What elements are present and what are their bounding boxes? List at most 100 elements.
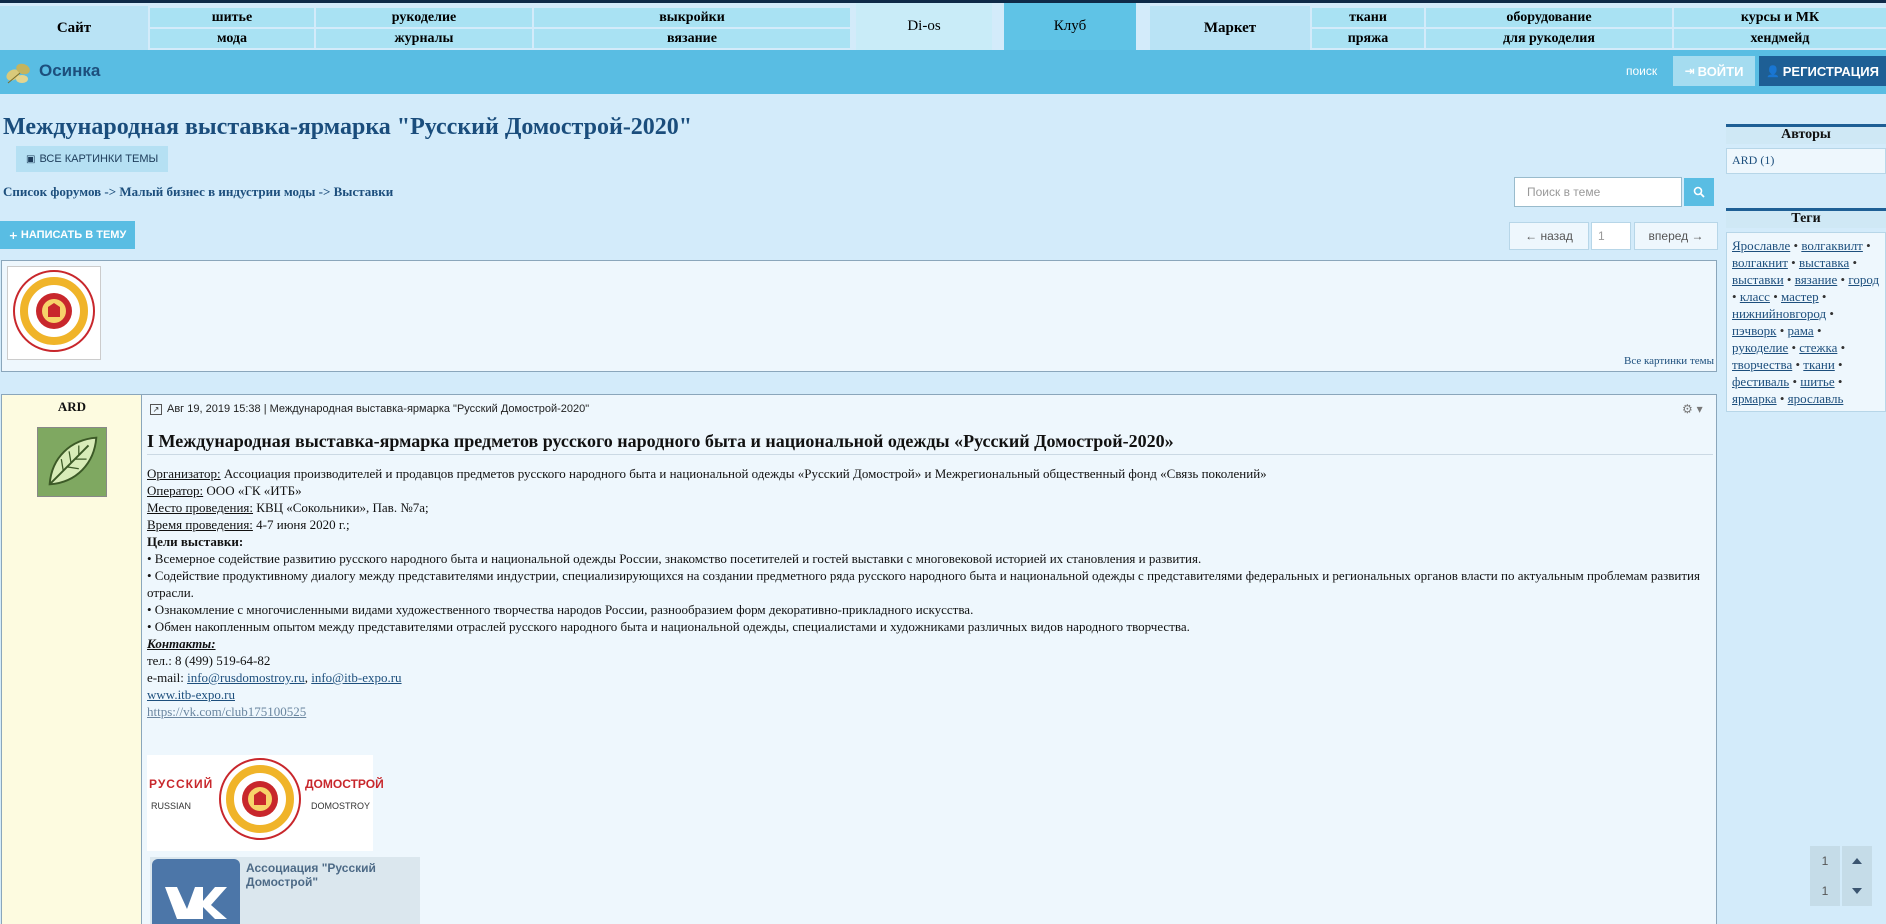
brand-name[interactable]: Осинка	[39, 61, 100, 81]
tag-separator: •	[1776, 391, 1788, 406]
dates-label: Время проведения:	[147, 517, 253, 532]
avatar[interactable]	[37, 427, 107, 497]
topic-search-input[interactable]: Поиск в теме	[1514, 177, 1682, 207]
email-link-itb[interactable]: info@itb-expo.ru	[311, 670, 401, 685]
tag-link[interactable]: вязание	[1795, 272, 1838, 287]
tag-link[interactable]: ярославль	[1788, 391, 1844, 406]
goal-item: • Всемерное содействие развитию русского…	[147, 551, 1202, 566]
pagination-page-input[interactable]: 1	[1591, 222, 1631, 250]
tag-link[interactable]: волгакнит	[1732, 255, 1788, 270]
author-name[interactable]: ARD	[2, 399, 142, 415]
domostroy-emblem-icon	[13, 270, 95, 352]
vk-line: https://vk.com/club175100525	[147, 703, 1707, 720]
nav-link-patterns[interactable]: выкройки	[534, 8, 850, 27]
tag-link[interactable]: фестиваль	[1732, 374, 1789, 389]
post-body: ↗ Авг 19, 2019 15:38 | Международная выс…	[146, 395, 1716, 924]
tag-link[interactable]: мастер	[1781, 289, 1819, 304]
tag-separator: •	[1792, 357, 1804, 372]
forum-post: ARD ↗ Авг 19, 2019 15:38 | Международная…	[1, 394, 1717, 924]
pagination-next[interactable]: вперед →	[1634, 222, 1718, 250]
goal-item: • Содействие продуктивному диалогу между…	[147, 568, 1700, 600]
all-pictures-label: ВСЕ КАРТИНКИ ТЕМЫ	[39, 153, 159, 165]
all-pictures-button[interactable]: ▣ ВСЕ КАРТИНКИ ТЕМЫ	[16, 146, 169, 172]
nav-link-supplies[interactable]: для рукоделия	[1426, 29, 1672, 48]
breadcrumb-separator: ->	[104, 184, 117, 199]
nav-link-handmade[interactable]: хендмейд	[1674, 29, 1886, 48]
post-date: Авг 19, 2019 15:38 | Международная выста…	[167, 403, 590, 415]
nav-link-fabrics[interactable]: ткани	[1312, 8, 1424, 27]
authors-list: ARD (1)	[1726, 148, 1886, 174]
tag-link[interactable]: нижнийновгород	[1732, 306, 1826, 321]
author-entry[interactable]: ARD (1)	[1732, 153, 1774, 167]
all-pictures-link[interactable]: Все картинки темы	[1624, 355, 1714, 367]
write-to-topic-button[interactable]: + НАПИСАТЬ В ТЕМУ	[0, 221, 135, 249]
tag-link[interactable]: творчества	[1732, 357, 1792, 372]
scroll-up-button[interactable]	[1842, 846, 1872, 876]
nav-club[interactable]: Клуб	[1004, 0, 1136, 50]
nav-link-needlework[interactable]: рукоделие	[316, 8, 532, 27]
tag-link[interactable]: выставки	[1732, 272, 1784, 287]
tag-separator: •	[1834, 357, 1843, 372]
nav-link-fashion[interactable]: мода	[150, 29, 314, 48]
site-line: www.itb-expo.ru	[147, 686, 1707, 703]
organizer-value: Ассоциация производителей и продавцов пр…	[220, 466, 1267, 481]
nav-link-magazines[interactable]: журналы	[316, 29, 532, 48]
tag-link[interactable]: класс	[1740, 289, 1770, 304]
sidebar: Авторы ARD (1) Теги Ярославле • волгакви…	[1726, 124, 1886, 924]
nav-market[interactable]: Маркет	[1150, 6, 1310, 50]
caret-down-icon	[1852, 888, 1862, 894]
tag-link[interactable]: рукоделие	[1732, 340, 1788, 355]
nav-link-yarn[interactable]: пряжа	[1312, 29, 1424, 48]
tag-separator: •	[1787, 255, 1799, 270]
tags-heading: Теги	[1726, 208, 1886, 228]
venue-line: Место проведения: КВЦ «Сокольники», Пав.…	[147, 499, 1707, 516]
email-link-rusdomostroy[interactable]: info@rusdomostroy.ru	[187, 670, 305, 685]
pagination-prev[interactable]: ← назад	[1509, 222, 1589, 250]
header-bar: Осинка поиск ⇥ ВОЙТИ 👤 РЕГИСТРАЦИЯ	[0, 50, 1886, 94]
gear-icon[interactable]: ⚙ ▾	[1682, 402, 1703, 416]
tag-link[interactable]: ткани	[1803, 357, 1834, 372]
register-button[interactable]: 👤 РЕГИСТРАЦИЯ	[1759, 56, 1886, 86]
breadcrumb-forums[interactable]: Список форумов	[3, 184, 101, 199]
login-label: ВОЙТИ	[1697, 63, 1744, 79]
scroll-down-button[interactable]	[1842, 876, 1872, 906]
tag-link[interactable]: город	[1848, 272, 1879, 287]
tag-link[interactable]: шитье	[1800, 374, 1834, 389]
tag-link[interactable]: пэчворк	[1732, 323, 1776, 338]
nav-link-knitting[interactable]: вязание	[534, 29, 850, 48]
post-meta: ↗ Авг 19, 2019 15:38 | Международная выс…	[150, 403, 589, 415]
picture-thumbnail[interactable]	[7, 266, 101, 360]
vk-group-card[interactable]: Ассоциация "Русский Домострой"	[150, 857, 420, 924]
topic-search-button[interactable]	[1684, 178, 1714, 206]
nav-site[interactable]: Сайт	[0, 6, 148, 50]
nav-link-equipment[interactable]: оборудование	[1426, 8, 1672, 27]
nav-dios[interactable]: Di-os	[856, 0, 992, 50]
tag-link[interactable]: рама	[1788, 323, 1814, 338]
operator-value: ООО «ГК «ИТБ»	[203, 483, 302, 498]
tag-link[interactable]: волгаквилт	[1801, 238, 1863, 253]
dates-value: 4-7 июня 2020 г.;	[252, 517, 350, 532]
sign-in-icon: ⇥	[1684, 64, 1695, 78]
tag-separator: •	[1776, 323, 1788, 338]
venue-value: КВЦ «Сокольники», Пав. №7а;	[253, 500, 429, 515]
vk-link[interactable]: https://vk.com/club175100525	[147, 704, 306, 719]
tag-link[interactable]: Ярославле	[1732, 238, 1790, 253]
breadcrumb-exhibitions[interactable]: Выставки	[334, 184, 394, 199]
tag-separator: •	[1849, 255, 1858, 270]
tag-separator: •	[1732, 289, 1740, 304]
tag-separator: •	[1790, 238, 1802, 253]
logo-word-right: ДОМОСТРОЙ	[305, 777, 384, 791]
domostroy-logo[interactable]: РУССКИЙ ДОМОСТРОЙ RUSSIAN DOMOSTROY	[147, 755, 384, 851]
login-button[interactable]: ⇥ ВОЙТИ	[1673, 56, 1755, 86]
tag-link[interactable]: стежка	[1799, 340, 1837, 355]
post-link-icon[interactable]: ↗	[150, 403, 162, 415]
search-link[interactable]: поиск	[1626, 64, 1657, 78]
tag-link[interactable]: выставка	[1799, 255, 1849, 270]
nav-link-sewing[interactable]: шитье	[150, 8, 314, 27]
tag-link[interactable]: ярмарка	[1732, 391, 1777, 406]
breadcrumb-small-business[interactable]: Малый бизнес в индустрии моды	[119, 184, 315, 199]
nav-link-courses[interactable]: курсы и МК	[1674, 8, 1886, 27]
organizer-line: Организатор: Ассоциация производителей и…	[147, 465, 1707, 482]
site-link[interactable]: www.itb-expo.ru	[147, 687, 235, 702]
aspen-leaf-logo-icon[interactable]	[4, 61, 32, 85]
